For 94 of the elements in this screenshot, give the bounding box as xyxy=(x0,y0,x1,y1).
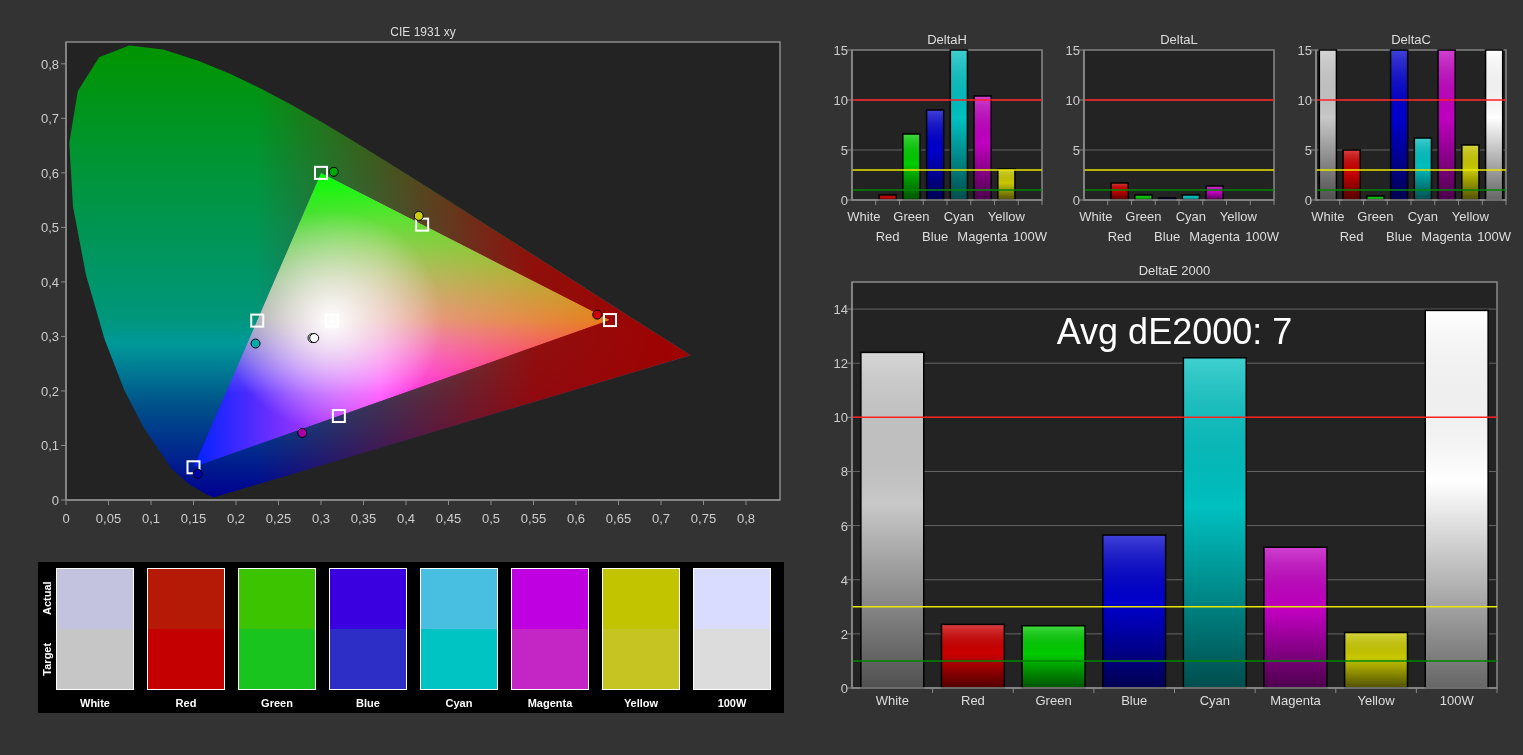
swatch-label: Magenta xyxy=(527,696,573,711)
axis-label: 0,05 xyxy=(95,511,122,526)
axis-label: 0,2 xyxy=(226,511,246,526)
category-label: Blue xyxy=(1121,693,1148,708)
axis-label: 0,55 xyxy=(520,511,547,526)
category-label: 100W xyxy=(1477,229,1512,244)
category-label: 100W xyxy=(1245,229,1280,244)
axis-label: 0,6 xyxy=(566,511,586,526)
chart-title: DeltaH xyxy=(927,32,967,47)
category-label: White xyxy=(1311,209,1345,224)
swatch-label: Blue xyxy=(356,696,380,711)
swatch-label: Green xyxy=(261,696,293,711)
category-label: Blue xyxy=(1386,229,1413,244)
category-label: Green xyxy=(1125,209,1162,224)
axis-label: 0,45 xyxy=(435,511,462,526)
axis-label: 2 xyxy=(840,626,848,642)
swatch-label: Yellow xyxy=(623,696,659,711)
axis-label: 0,1 xyxy=(141,511,161,526)
category-label: Yellow xyxy=(1219,209,1257,224)
category-label: Green xyxy=(1357,209,1394,224)
axis-label: 0,35 xyxy=(350,511,377,526)
category-label: Red xyxy=(1107,229,1132,244)
axis-label: 0,2 xyxy=(40,383,59,399)
category-label: Red xyxy=(875,229,900,244)
category-label: White xyxy=(1079,209,1113,224)
axis-label: 0 xyxy=(840,681,848,696)
axis-label: 10 xyxy=(1297,93,1312,108)
chart-title: DeltaE 2000 xyxy=(1138,263,1211,278)
row-label: Actual xyxy=(39,581,54,616)
category-label: White xyxy=(847,209,881,224)
category-label: Magenta xyxy=(1421,229,1472,244)
category-label: Green xyxy=(893,209,930,224)
axis-label: 0,7 xyxy=(651,511,671,526)
axis-label: 15 xyxy=(1065,43,1080,58)
axis-label: 0,15 xyxy=(180,511,207,526)
axis-label: 12 xyxy=(833,356,848,372)
axis-label: 0,6 xyxy=(40,165,59,181)
category-label: Cyan xyxy=(1175,209,1207,224)
axis-label: 0,4 xyxy=(40,274,59,290)
axis-label: 0,5 xyxy=(481,511,501,526)
category-label: 100W xyxy=(1013,229,1048,244)
axis-label: 5 xyxy=(1304,143,1312,158)
axis-label: 0,4 xyxy=(396,511,416,526)
category-label: Blue xyxy=(1154,229,1181,244)
category-label: Red xyxy=(961,693,985,708)
swatch-label: Cyan xyxy=(445,696,473,711)
axis-label: 0,8 xyxy=(40,56,59,72)
axis-label: 0 xyxy=(840,193,848,208)
axis-label: 0,3 xyxy=(311,511,331,526)
axis-label: 0,75 xyxy=(690,511,717,526)
axis-label: 0,5 xyxy=(40,220,59,236)
category-label: Magenta xyxy=(957,229,1008,244)
axis-label: 0,25 xyxy=(265,511,292,526)
category-label: Yellow xyxy=(1451,209,1489,224)
category-label: Magenta xyxy=(1189,229,1240,244)
axis-label: 10 xyxy=(1065,93,1080,108)
axis-label: 0,3 xyxy=(40,329,59,345)
axis-label: 0,1 xyxy=(40,438,59,454)
axis-label: 0 xyxy=(1304,193,1312,208)
category-label: Red xyxy=(1339,229,1364,244)
category-label: Cyan xyxy=(943,209,975,224)
axis-label: 8 xyxy=(840,464,848,480)
axis-label: 0,65 xyxy=(605,511,632,526)
average-label: Avg dE2000: 7 xyxy=(1056,311,1293,352)
chart-title: DeltaC xyxy=(1391,32,1431,47)
category-label: White xyxy=(875,693,909,708)
axis-label: 0,7 xyxy=(40,111,59,127)
axis-label: 15 xyxy=(1297,43,1312,58)
axis-label: 0,8 xyxy=(736,511,756,526)
swatch-label: 100W xyxy=(717,696,747,711)
chart-title: DeltaL xyxy=(1160,32,1198,47)
axis-label: 5 xyxy=(1072,143,1080,158)
axis-label: 0 xyxy=(1072,193,1080,208)
axis-label: 6 xyxy=(840,518,848,534)
category-label: Cyan xyxy=(1407,209,1439,224)
axis-label: 14 xyxy=(833,302,848,318)
axis-label: 15 xyxy=(833,43,848,58)
category-label: Cyan xyxy=(1199,693,1230,708)
category-label: 100W xyxy=(1439,693,1474,708)
swatch-label: White xyxy=(80,696,110,711)
axis-label: 0 xyxy=(51,493,59,508)
axis-label: 5 xyxy=(840,143,848,158)
axis-label: 4 xyxy=(840,572,848,588)
category-label: Blue xyxy=(922,229,949,244)
chart-title: CIE 1931 xy xyxy=(390,25,456,39)
category-label: Yellow xyxy=(987,209,1025,224)
category-label: Magenta xyxy=(1270,693,1321,708)
axis-label: 10 xyxy=(833,93,848,108)
axis-label: 10 xyxy=(833,410,848,426)
category-label: Green xyxy=(1035,693,1072,708)
axis-label: 0 xyxy=(62,511,70,526)
category-label: Yellow xyxy=(1357,693,1395,708)
row-label: Target xyxy=(39,643,54,676)
swatch-label: Red xyxy=(175,696,197,711)
